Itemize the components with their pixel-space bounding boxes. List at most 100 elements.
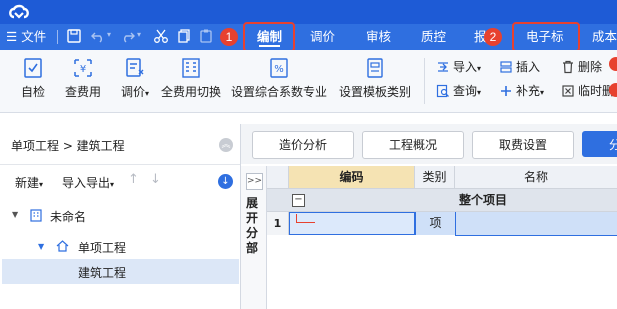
new-dropdown[interactable]: 新建▾ xyxy=(15,174,43,191)
grid-empty-area xyxy=(267,236,617,309)
save-icon[interactable] xyxy=(66,28,82,44)
svg-text:%: % xyxy=(274,64,284,75)
collapse-up-icon[interactable]: ︽ xyxy=(219,138,233,152)
import-export-dropdown[interactable]: 导入导出▾ xyxy=(62,174,114,191)
insert-icon xyxy=(500,61,512,73)
new-label: 新建 xyxy=(15,176,40,190)
check-fee-icon: ¥ xyxy=(74,59,92,77)
check-fee-label: 查费用 xyxy=(64,85,101,99)
chevron-down-icon: ▾ xyxy=(110,180,115,189)
copy-icon[interactable] xyxy=(176,28,192,44)
download-icon[interactable]: ↓ xyxy=(218,174,233,189)
supplement-icon xyxy=(501,86,511,96)
adjust-price-label: 调价 xyxy=(120,85,145,99)
tab-fee-settings[interactable]: 取费设置 xyxy=(472,131,574,159)
file-menu[interactable]: ☰ 文件 xyxy=(6,28,46,46)
ribbon-separator xyxy=(424,58,425,104)
home-icon xyxy=(56,240,69,252)
row-number: 1 xyxy=(267,212,289,235)
chevron-down-icon: ▾ xyxy=(145,89,150,98)
tab-e-bid[interactable]: 电子标 xyxy=(526,24,564,50)
tab-project-overview[interactable]: 工程概况 xyxy=(362,131,464,159)
building-icon xyxy=(30,209,42,222)
chevron-down-icon: ▾ xyxy=(477,64,482,73)
full-cost-switch-label: 全费用切换 xyxy=(160,85,221,99)
tree-node-root[interactable]: 未命名 xyxy=(50,208,86,225)
delete-icon xyxy=(563,60,573,74)
tab-partial-active[interactable]: 分 xyxy=(582,131,617,157)
column-header-name[interactable]: 名称 xyxy=(455,166,617,189)
query-icon xyxy=(436,84,449,98)
step-badge-1: 1 xyxy=(220,28,238,46)
redo-icon[interactable] xyxy=(120,28,136,44)
name-cell[interactable] xyxy=(455,212,617,236)
tab-edit[interactable]: 编制 xyxy=(257,24,282,50)
tree-expand-icon[interactable]: ▼ xyxy=(38,242,44,251)
self-check-icon xyxy=(24,58,42,78)
temp-delete-button[interactable]: 临时删 xyxy=(561,82,614,100)
set-template-label: 设置模板类别 xyxy=(338,85,411,99)
tab-adjust-price[interactable]: 调价 xyxy=(310,24,335,50)
hamburger-icon: ☰ xyxy=(6,29,18,44)
tab-cost-analysis[interactable]: 造价分析 xyxy=(252,131,354,159)
import-icon xyxy=(438,62,448,72)
set-coefficient-button[interactable]: % 设置综合系数专业 xyxy=(229,56,329,100)
column-header-code[interactable]: 编码 xyxy=(289,166,415,189)
tab-cost[interactable]: 成本 xyxy=(592,24,617,50)
breadcrumb: 单项工程 > 建筑工程 xyxy=(11,139,125,153)
cut-icon[interactable] xyxy=(153,28,169,44)
row-number-header xyxy=(267,166,289,189)
column-header-category[interactable]: 类别 xyxy=(415,166,455,189)
group-row-label: 整个项目 xyxy=(459,193,508,207)
step-badge-partial xyxy=(609,57,617,71)
insert-label: 插入 xyxy=(516,60,541,74)
file-menu-label: 文件 xyxy=(21,29,47,44)
self-check-button[interactable]: 自检 xyxy=(14,56,52,100)
query-button[interactable]: 查询▾ xyxy=(436,82,481,100)
tree-expand-icon[interactable]: ▼ xyxy=(12,210,18,219)
expand-subdivision-label[interactable]: 展开分部 xyxy=(246,196,260,256)
tab-quality-control[interactable]: 质控 xyxy=(421,24,446,50)
move-down-icon[interactable]: ↓ xyxy=(150,172,161,187)
supplement-label: 补充 xyxy=(516,84,541,98)
title-bar xyxy=(0,0,617,24)
divider xyxy=(0,164,240,165)
svg-text:¥: ¥ xyxy=(80,64,86,75)
category-cell[interactable]: 项 xyxy=(415,212,456,235)
adjust-price-button[interactable]: 调价▾ xyxy=(115,56,155,100)
tree-node-building-project[interactable]: 建筑工程 xyxy=(78,264,126,281)
adjust-price-icon xyxy=(126,58,144,77)
self-check-label: 自检 xyxy=(20,85,45,99)
chevron-down-icon: ▾ xyxy=(540,88,545,97)
query-label: 查询 xyxy=(453,84,478,98)
import-label: 导入 xyxy=(453,60,478,74)
undo-dropdown-icon[interactable]: ▾ xyxy=(107,30,111,39)
undo-icon[interactable] xyxy=(90,28,106,44)
insert-button[interactable]: 插入 xyxy=(499,58,540,76)
step-badge-partial xyxy=(609,83,617,97)
move-up-icon[interactable]: ↑ xyxy=(128,172,139,187)
coefficient-icon: % xyxy=(270,58,288,78)
tree-node-single-project[interactable]: 单项工程 xyxy=(78,239,126,256)
collapse-group-icon[interactable]: − xyxy=(292,194,305,207)
chevron-down-icon: ▾ xyxy=(477,88,482,97)
template-icon xyxy=(367,58,383,78)
tree-line-icon xyxy=(296,214,315,223)
redo-dropdown-icon[interactable]: ▾ xyxy=(137,30,141,39)
chevron-down-icon: ▾ xyxy=(39,180,44,189)
paste-icon[interactable] xyxy=(198,28,214,44)
app-logo-icon xyxy=(9,4,29,19)
step-badge-2: 2 xyxy=(484,28,502,46)
check-fee-button[interactable]: ¥ 查费用 xyxy=(61,56,105,100)
delete-label: 删除 xyxy=(578,60,603,74)
full-cost-switch-button[interactable]: 全费用切换 xyxy=(158,56,224,100)
import-button[interactable]: 导入▾ xyxy=(436,58,481,76)
full-cost-switch-icon xyxy=(182,58,200,78)
expand-side-button[interactable]: >> xyxy=(246,173,263,190)
delete-button[interactable]: 删除 xyxy=(561,58,602,76)
set-template-button[interactable]: 设置模板类别 xyxy=(337,56,413,100)
supplement-button[interactable]: 补充▾ xyxy=(499,82,544,100)
menu-separator xyxy=(57,30,58,44)
tab-review[interactable]: 审核 xyxy=(366,24,391,50)
set-coefficient-label: 设置综合系数专业 xyxy=(230,85,327,99)
